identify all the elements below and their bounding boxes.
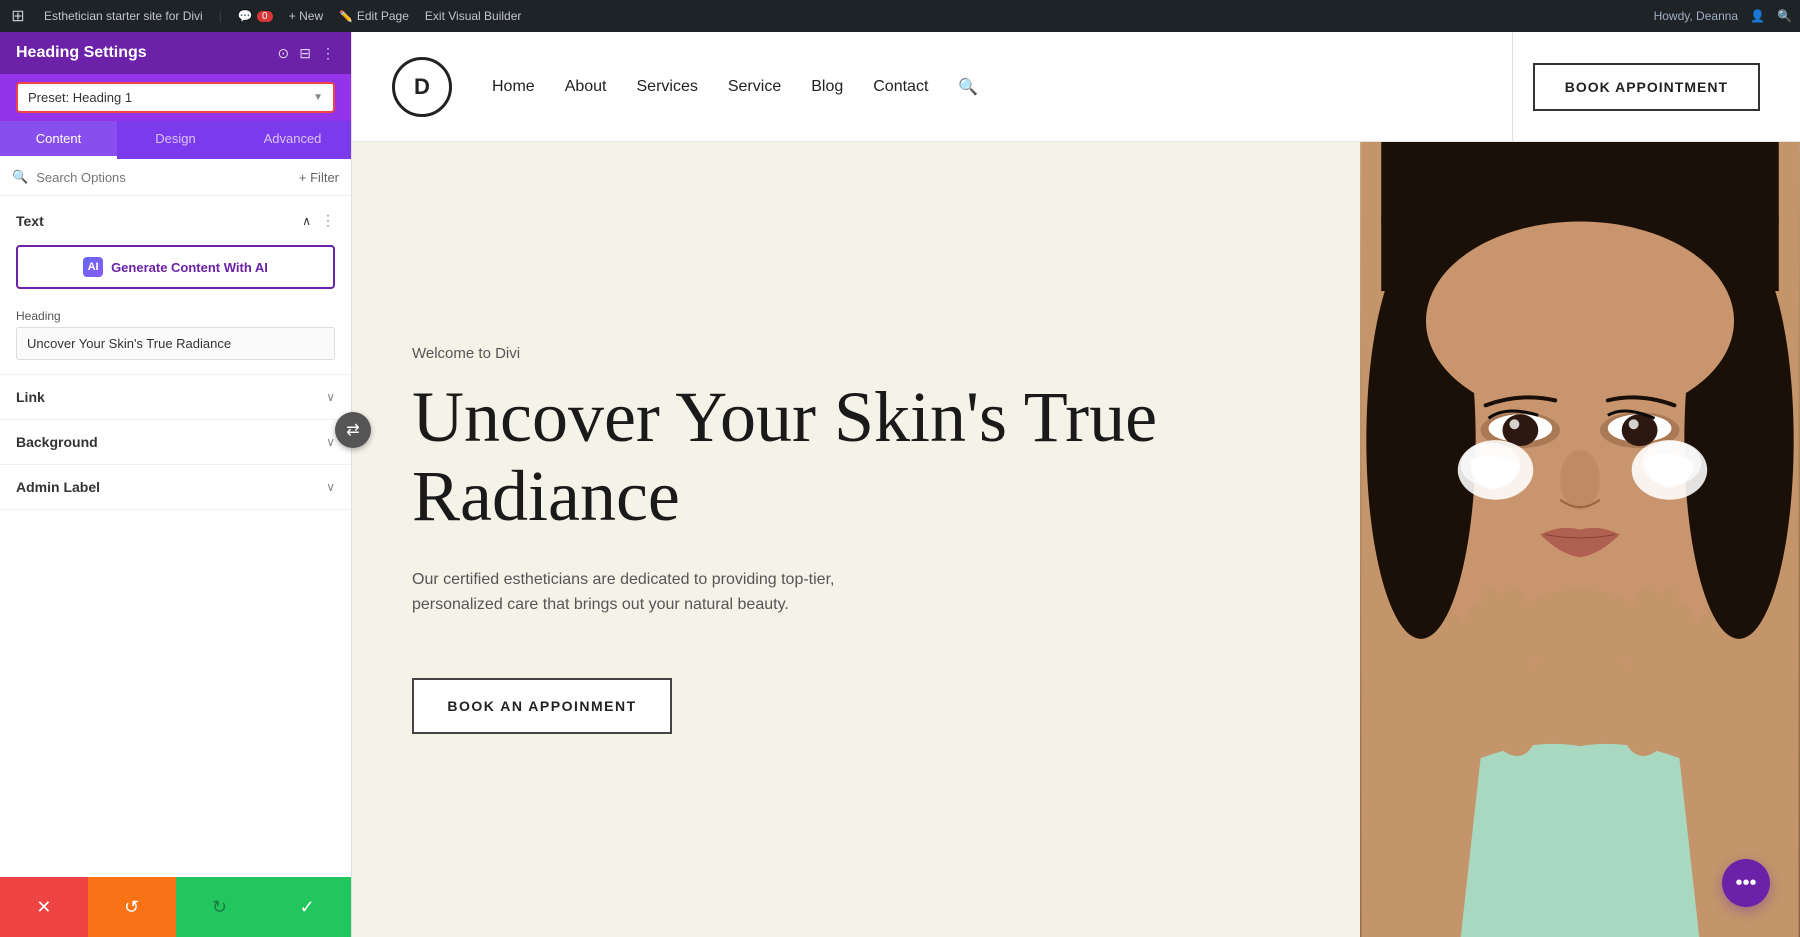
undo-button[interactable]: ↺ — [88, 877, 176, 937]
admin-label-section-controls: ∨ — [326, 480, 335, 494]
admin-exit-builder[interactable]: Exit Visual Builder — [425, 9, 522, 23]
hero-image-svg — [1360, 142, 1800, 937]
drag-handle[interactable]: ⇄ — [335, 412, 371, 448]
background-section-title: Background — [16, 434, 98, 450]
hero-cta-button[interactable]: BOOK AN APPOINMENT — [412, 678, 672, 734]
preset-label: Preset: Heading 1 — [28, 90, 132, 105]
nav-services[interactable]: Services — [637, 78, 698, 96]
search-input[interactable] — [36, 170, 291, 185]
panel-tabs: Content Design Advanced — [0, 121, 351, 159]
wordpress-icon[interactable]: ⊞ — [8, 6, 28, 26]
columns-icon[interactable]: ⊟ — [299, 45, 311, 62]
preset-dropdown[interactable]: Preset: Heading 1 ▼ — [16, 82, 335, 113]
book-appointment-button[interactable]: BOOK APPOINTMENT — [1533, 63, 1760, 111]
heading-label: Heading — [0, 301, 351, 327]
nav-service[interactable]: Service — [728, 78, 781, 96]
preset-selector-container: Preset: Heading 1 ▼ — [0, 74, 351, 121]
hero-right: ••• — [1360, 142, 1800, 937]
nav-divider — [1512, 32, 1513, 142]
panel-title: Heading Settings — [16, 44, 147, 62]
dropdown-arrow-icon: ▼ — [313, 92, 323, 103]
hero-description: Our certified estheticians are dedicated… — [412, 567, 892, 618]
hero-heading: Uncover Your Skin's True Radiance — [412, 378, 1300, 536]
site-navbar: D Home About Services Service Blog — [352, 32, 1800, 142]
admin-bar: ⊞ Esthetician starter site for Divi | 💬 … — [0, 0, 1800, 32]
text-section-title: Text — [16, 213, 44, 229]
site-logo: D — [392, 57, 452, 117]
link-section: Link ∨ — [0, 375, 351, 420]
text-dots-icon[interactable]: ⋮ — [321, 212, 335, 229]
admin-label-chevron-icon[interactable]: ∨ — [326, 480, 335, 494]
site-nav: Home About Services Service Blog Contact… — [492, 77, 1492, 97]
bottom-action-bar: ✕ ↺ ↻ ✓ — [0, 877, 351, 937]
admin-label-section: Admin Label ∨ — [0, 465, 351, 510]
text-section-controls: ∧ ⋮ — [302, 212, 335, 229]
panel-header: Heading Settings ⊙ ⊟ ⋮ — [0, 32, 351, 74]
admin-edit-page[interactable]: ✏️ Edit Page — [339, 9, 409, 23]
heading-input[interactable] — [16, 327, 335, 360]
main-layout: Heading Settings ⊙ ⊟ ⋮ Preset: Heading 1… — [0, 32, 1800, 937]
nav-search-icon[interactable]: 🔍 — [958, 77, 978, 97]
cancel-button[interactable]: ✕ — [0, 877, 88, 937]
text-chevron-icon[interactable]: ∧ — [302, 214, 311, 228]
hero-section: Welcome to Divi Uncover Your Skin's True… — [352, 142, 1800, 937]
filter-button[interactable]: + Filter — [299, 170, 339, 185]
panel-header-icons: ⊙ ⊟ ⋮ — [278, 45, 335, 62]
separator: | — [219, 9, 222, 23]
nav-about[interactable]: About — [565, 78, 607, 96]
link-chevron-icon[interactable]: ∨ — [326, 390, 335, 404]
link-section-controls: ∨ — [326, 390, 335, 404]
hero-left: Welcome to Divi Uncover Your Skin's True… — [352, 142, 1360, 937]
hero-welcome-text: Welcome to Divi — [412, 345, 1300, 362]
tab-content[interactable]: Content — [0, 121, 117, 159]
text-section-header[interactable]: Text ∧ ⋮ — [0, 196, 351, 241]
background-section: Background ∨ — [0, 420, 351, 465]
tab-design[interactable]: Design — [117, 121, 234, 159]
search-icon: 🔍 — [12, 169, 28, 185]
hero-image — [1360, 142, 1800, 937]
admin-label-section-header[interactable]: Admin Label ∨ — [0, 465, 351, 509]
tab-advanced[interactable]: Advanced — [234, 121, 351, 159]
background-section-controls: ∨ — [326, 435, 335, 449]
background-section-header[interactable]: Background ∨ — [0, 420, 351, 464]
admin-new[interactable]: + New — [289, 9, 323, 23]
search-bar: 🔍 + Filter — [0, 159, 351, 196]
redo-button[interactable]: ↻ — [176, 877, 264, 937]
settings-icon[interactable]: ⊙ — [278, 45, 290, 62]
nav-home[interactable]: Home — [492, 78, 535, 96]
admin-site-name[interactable]: Esthetician starter site for Divi — [44, 9, 203, 23]
ai-sparkle-icon: AI — [83, 257, 103, 277]
left-panel: Heading Settings ⊙ ⊟ ⋮ Preset: Heading 1… — [0, 32, 352, 937]
right-content: D Home About Services Service Blog — [352, 32, 1800, 937]
nav-contact[interactable]: Contact — [873, 78, 928, 96]
link-section-header[interactable]: Link ∨ — [0, 375, 351, 419]
text-section: Text ∧ ⋮ AI Generate Content With AI Hea… — [0, 196, 351, 375]
save-button[interactable]: ✓ — [263, 877, 351, 937]
admin-label-section-title: Admin Label — [16, 479, 100, 495]
more-icon[interactable]: ⋮ — [321, 45, 335, 62]
link-section-title: Link — [16, 389, 45, 405]
panel-content: Text ∧ ⋮ AI Generate Content With AI Hea… — [0, 196, 351, 937]
background-chevron-icon[interactable]: ∨ — [326, 435, 335, 449]
generate-ai-button[interactable]: AI Generate Content With AI — [16, 245, 335, 289]
admin-comments[interactable]: 💬 0 — [238, 9, 273, 23]
admin-bar-right: Howdy, Deanna 👤 🔍 — [1654, 9, 1792, 23]
floating-dots-button[interactable]: ••• — [1722, 859, 1770, 907]
nav-blog[interactable]: Blog — [811, 78, 843, 96]
